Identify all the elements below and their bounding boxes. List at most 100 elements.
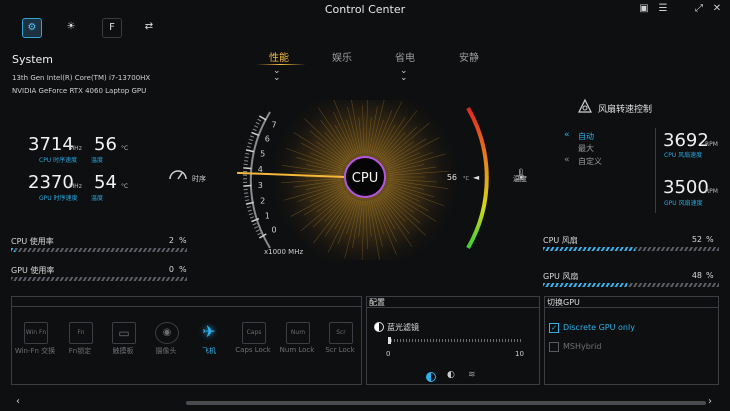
cpu-frequency-label: CPU 时序速度 bbox=[39, 157, 78, 164]
gauge-minor-tick bbox=[255, 229, 260, 233]
gauge-tick bbox=[245, 149, 255, 153]
clock-label: 时序 bbox=[192, 175, 206, 183]
blue-light-label: 蓝光滤镜 bbox=[387, 323, 419, 332]
win-fn-swap-button[interactable]: Win Fn bbox=[24, 322, 48, 344]
horizontal-scrollbar[interactable] bbox=[186, 401, 706, 405]
gpu-fan-bar bbox=[543, 283, 719, 287]
fan-mode-max[interactable]: 最大 bbox=[578, 143, 594, 154]
cpu-fan-label: CPU 风扇 bbox=[543, 236, 578, 245]
chevron-left-icon: « bbox=[564, 155, 570, 165]
camera-button[interactable]: ◉ bbox=[155, 322, 179, 344]
slider-max: 10 bbox=[515, 350, 524, 358]
tab-power-saving[interactable]: 省电 bbox=[395, 49, 415, 64]
chevron-down-icon: ⌄ ⌄ bbox=[400, 66, 408, 83]
mshybrid-checkbox[interactable] bbox=[549, 342, 559, 352]
gpu-fan-rpm-label: GPU 风扇速度 bbox=[664, 200, 703, 207]
gpu-fan-unit: % bbox=[706, 271, 714, 280]
pin-icon[interactable]: ▣ bbox=[636, 2, 652, 16]
gpu-temperature-label: 温度 bbox=[91, 195, 104, 202]
gauge-center-label: CPU bbox=[352, 171, 378, 186]
cpu-usage-unit: % bbox=[179, 236, 187, 245]
discrete-gpu-label[interactable]: Discrete GPU only bbox=[563, 323, 635, 332]
cpu-usage-label: CPU 使用率 bbox=[11, 237, 54, 246]
wave-icon[interactable]: ≋ bbox=[468, 370, 476, 380]
gpu-usage-unit: % bbox=[179, 265, 187, 274]
fan-mode-auto[interactable]: 自动 bbox=[578, 131, 594, 142]
gauge-tick bbox=[258, 115, 267, 121]
window-title: Control Center bbox=[324, 3, 406, 16]
gpu-fan-rpm-unit: RPM bbox=[705, 188, 718, 195]
gauge-tick-label: 1 bbox=[265, 211, 270, 220]
gpu-fan-fill bbox=[543, 283, 628, 287]
cpu-temperature-label: 温度 bbox=[91, 157, 104, 164]
blue-light-slider[interactable] bbox=[388, 339, 521, 342]
contrast-icon[interactable]: ◐ bbox=[447, 370, 455, 380]
touchpad-button[interactable]: ▭ bbox=[112, 322, 136, 344]
gpu-usage-label: GPU 使用率 bbox=[11, 266, 55, 275]
gauge-minor-tick bbox=[252, 128, 257, 132]
gauge-tick-label: 6 bbox=[265, 135, 270, 144]
airplane-icon[interactable]: ✈ bbox=[198, 322, 220, 342]
cpu-fan-bar bbox=[543, 247, 719, 251]
dashboard-icon[interactable]: ⚙ bbox=[22, 18, 42, 38]
num-lock-button[interactable]: Num bbox=[286, 322, 310, 344]
win-fn-swap-label: Win-Fn 交换 bbox=[14, 347, 56, 355]
gpu-fan-rpm: 3500 bbox=[663, 177, 709, 198]
cpu-fan-value: 52 bbox=[691, 235, 702, 244]
gauge-tick bbox=[243, 184, 252, 187]
scr-lock-label: Scr Lock bbox=[325, 346, 355, 354]
gauge-minor-tick bbox=[249, 135, 255, 138]
function-key-icon[interactable]: F bbox=[102, 18, 122, 38]
gpu-fan-value: 48 bbox=[691, 271, 702, 280]
gauge-minor-tick bbox=[257, 232, 262, 236]
cpu-fan-fill bbox=[543, 247, 635, 251]
menu-icon[interactable]: ☰ bbox=[655, 2, 671, 16]
tab-entertainment[interactable]: 娱乐 bbox=[332, 49, 352, 64]
cpu-temperature: 56 bbox=[94, 134, 117, 155]
gauge-minor-tick bbox=[244, 195, 249, 198]
gauge-minor-tick bbox=[252, 222, 257, 226]
fan-mode-custom[interactable]: 自定义 bbox=[578, 156, 602, 167]
chevron-left-icon: « bbox=[564, 130, 570, 140]
gpu-fan-label: GPU 风扇 bbox=[543, 272, 579, 281]
caps-lock-button[interactable]: Caps bbox=[242, 322, 266, 344]
tab-performance[interactable]: 性能 bbox=[269, 49, 289, 64]
gauge-minor-tick bbox=[246, 145, 251, 148]
scroll-left-icon[interactable]: ‹ bbox=[16, 396, 20, 407]
airplane-label: 飞机 bbox=[202, 347, 216, 355]
blue-light-slider-thumb[interactable] bbox=[388, 337, 391, 344]
scroll-right-icon[interactable]: › bbox=[708, 396, 712, 407]
brightness-icon[interactable]: ☀ bbox=[62, 18, 80, 36]
gpu-switch-header-line bbox=[544, 307, 719, 308]
gauge-temp-unit: °C bbox=[463, 176, 470, 182]
mshybrid-label[interactable]: MSHybrid bbox=[563, 342, 601, 351]
discrete-gpu-checkbox[interactable]: ✓ bbox=[549, 323, 559, 333]
gauge-tick bbox=[243, 167, 252, 170]
gauge-minor-tick bbox=[254, 226, 259, 229]
gauge-minor-tick bbox=[254, 125, 259, 128]
display-mode-icon[interactable] bbox=[426, 372, 436, 382]
gpu-frequency-unit: MHz bbox=[69, 183, 82, 190]
keys-panel-header-line bbox=[11, 306, 362, 307]
gpu-frequency-label: GPU 时序速度 bbox=[39, 195, 78, 202]
tab-quiet[interactable]: 安静 bbox=[459, 49, 479, 64]
scr-lock-button[interactable]: Scr bbox=[329, 322, 353, 344]
speedometer-icon bbox=[168, 166, 188, 182]
fn-lock-button[interactable]: Fn bbox=[69, 322, 93, 344]
system-heading: System bbox=[12, 53, 54, 66]
gauge-unit: x1000 MHz bbox=[264, 248, 303, 256]
cpu-gauge: 01234567 CPU 56 °C ◄ x1000 MHz bbox=[237, 100, 489, 260]
connection-icon[interactable]: ⇄ bbox=[140, 18, 158, 36]
cpu-usage-fill bbox=[11, 248, 15, 252]
cpu-fan-rpm: 3692 bbox=[663, 130, 709, 151]
gpu-usage-bar bbox=[11, 277, 187, 281]
gauge-minor-tick bbox=[257, 118, 262, 122]
gauge-tick bbox=[251, 131, 260, 137]
gauge-minor-tick bbox=[247, 209, 252, 212]
gauge-minor-tick bbox=[249, 216, 255, 219]
gpu-temperature: 54 bbox=[94, 172, 117, 193]
close-icon[interactable]: ✕ bbox=[709, 2, 725, 16]
gauge-minor-tick bbox=[246, 206, 251, 209]
fan-heading: 风扇转速控制 bbox=[598, 105, 653, 115]
maximize-icon[interactable]: ⤢ bbox=[691, 2, 707, 16]
